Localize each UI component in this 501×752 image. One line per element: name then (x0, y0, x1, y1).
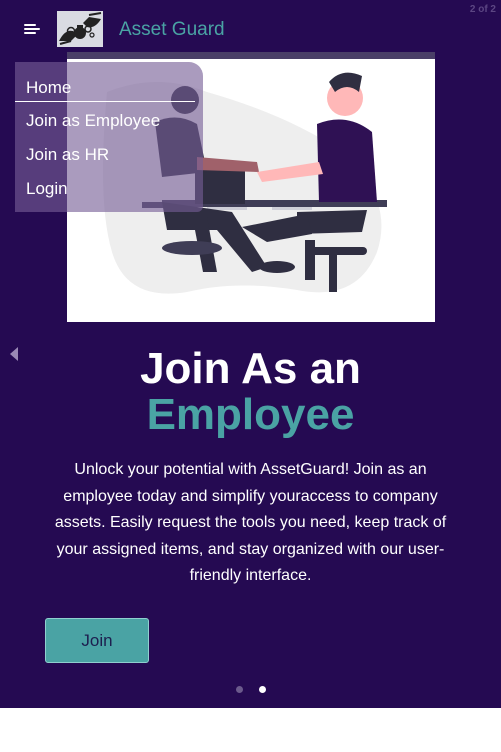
slide-counter: 2 of 2 (469, 4, 496, 15)
hero-title-line2: Employee (146, 390, 355, 439)
brand-name[interactable]: Asset Guard (119, 19, 225, 41)
hero-description: Unlock your potential with AssetGuard! J… (54, 461, 447, 584)
nav-item-join-as-hr[interactable]: Join as HR (26, 145, 109, 165)
hero-carousel: 2 of 2 Asset Guard Home Join as Employee… (0, 0, 501, 708)
hamburger-menu-icon[interactable] (24, 22, 40, 36)
carousel-dot-1[interactable] (236, 686, 243, 693)
hero-title-line1: Join As an (140, 344, 361, 393)
nav-item-join-as-employee[interactable]: Join as Employee (26, 111, 160, 131)
nav-item-home[interactable]: Home (15, 78, 195, 102)
carousel-dot-2[interactable] (259, 686, 266, 693)
nav-item-login[interactable]: Login (26, 179, 68, 199)
nav-menu: Home Join as Employee Join as HR Login (15, 62, 203, 212)
join-button[interactable]: Join (45, 618, 149, 663)
brand-logo[interactable] (57, 11, 103, 47)
